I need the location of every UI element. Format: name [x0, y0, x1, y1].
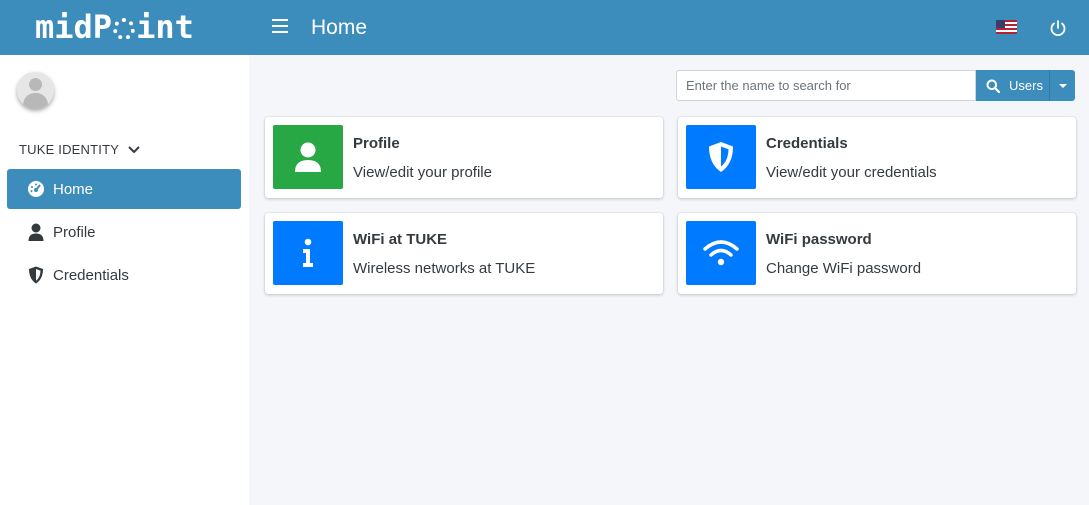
sidebar-item-home[interactable]: Home	[7, 169, 241, 209]
card-title: Credentials	[766, 135, 848, 152]
card-description: Wireless networks at TUKE	[353, 260, 536, 277]
search-button[interactable]: Users	[976, 70, 1050, 101]
search-type-label: Users	[1009, 78, 1043, 93]
search-input[interactable]	[676, 70, 976, 101]
card-icon-tile	[686, 125, 756, 189]
hamburger-icon[interactable]	[272, 19, 288, 33]
gear-o-icon	[113, 18, 136, 40]
card-wifi-password[interactable]: WiFi password Change WiFi password	[678, 213, 1076, 294]
card-icon-tile	[686, 221, 756, 285]
card-credentials[interactable]: Credentials View/edit your credentials	[678, 117, 1076, 198]
section-label: TUKE IDENTITY	[19, 142, 120, 157]
us-flag-icon[interactable]	[996, 20, 1017, 34]
top-header: midP int Home	[0, 0, 1089, 55]
card-description: Change WiFi password	[766, 260, 922, 277]
card-description: View/edit your credentials	[766, 164, 937, 181]
sidebar-section-header[interactable]: TUKE IDENTITY	[19, 142, 141, 157]
card-title: WiFi at TUKE	[353, 231, 448, 248]
sidebar: TUKE IDENTITY Home Profile Credentials	[0, 55, 249, 505]
shield-icon	[709, 142, 733, 172]
wifi-icon	[703, 240, 739, 266]
card-title: WiFi password	[766, 231, 872, 248]
sidebar-item-label: Home	[53, 180, 94, 198]
sidebar-item-label: Credentials	[53, 266, 129, 284]
caret-down-icon	[1058, 83, 1067, 88]
card-icon-tile	[273, 125, 343, 189]
user-icon	[295, 142, 321, 172]
card-description: View/edit your profile	[353, 164, 492, 181]
card-wifi-at-tuke[interactable]: WiFi at TUKE Wireless networks at TUKE	[265, 213, 663, 294]
sidebar-item-profile[interactable]: Profile	[7, 212, 241, 252]
shield-icon	[27, 266, 45, 284]
chevron-down-icon	[128, 145, 140, 153]
sidebar-item-label: Profile	[53, 223, 96, 241]
midpoint-logo[interactable]: midP int	[35, 8, 194, 46]
card-profile[interactable]: Profile View/edit your profile	[265, 117, 663, 198]
avatar[interactable]	[17, 72, 54, 109]
card-icon-tile	[273, 221, 343, 285]
user-icon	[27, 223, 45, 241]
power-icon[interactable]	[1047, 17, 1069, 39]
page-title: Home	[311, 16, 368, 39]
card-title: Profile	[353, 135, 400, 152]
sidebar-item-credentials[interactable]: Credentials	[7, 255, 241, 295]
search-type-dropdown[interactable]	[1050, 70, 1075, 101]
info-icon	[303, 238, 313, 267]
search-icon	[986, 79, 1000, 93]
dashboard-icon	[27, 180, 45, 198]
